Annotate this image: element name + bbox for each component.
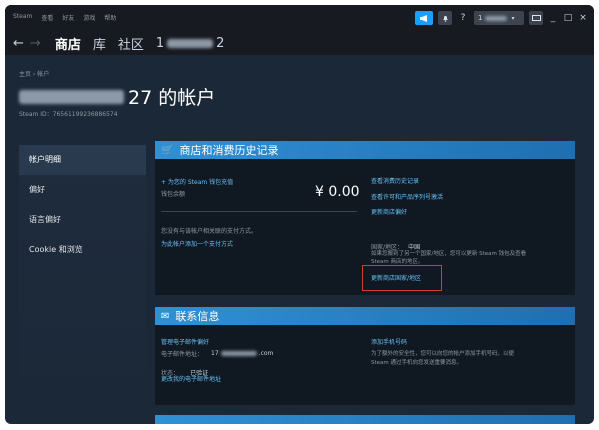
email-label: 电子邮件地址： bbox=[161, 351, 204, 358]
menu-view[interactable]: 查看 bbox=[41, 13, 53, 22]
maximize-button[interactable]: □ bbox=[563, 13, 573, 23]
country-note-line1: 如果您搬到了另一个国家/地区，您可以更新 Steam 钱包及查看 bbox=[371, 251, 527, 257]
username-text: 1 bbox=[478, 14, 483, 22]
contact-info-section: ✉ 联系信息 管理电子邮件偏好 电子邮件地址： 17 .com 状态： 已验证 … bbox=[155, 307, 575, 405]
country-note-line2: Steam 商店的地区。 bbox=[371, 259, 424, 265]
screen-icon bbox=[531, 15, 541, 21]
megaphone-icon bbox=[419, 14, 427, 22]
tab-profile[interactable]: 1 2 bbox=[156, 36, 225, 51]
email-row: 电子邮件地址： 17 .com bbox=[161, 349, 273, 358]
tab-community[interactable]: 社区 bbox=[118, 34, 144, 53]
store-preferences-link[interactable]: 更新商店偏好 bbox=[371, 207, 407, 216]
account-sidebar: 帐户明细 偏好 语言偏好 Cookie 和浏览 bbox=[19, 145, 146, 420]
back-arrow-icon[interactable]: ← bbox=[13, 36, 24, 51]
menu-steam[interactable]: Steam bbox=[13, 13, 32, 22]
navigation-bar: ← → 商店 库 社区 1 2 bbox=[5, 31, 594, 55]
email-suffix: .com bbox=[258, 350, 274, 357]
update-country-link[interactable]: 更新商店国家/地区 bbox=[371, 273, 421, 282]
wallet-balance-label: 钱包余额 bbox=[161, 191, 186, 198]
phone-note-line2: Steam 通过手机向您发送重要消息。 bbox=[371, 360, 463, 366]
next-section-peek bbox=[155, 415, 575, 424]
section-header-peek bbox=[155, 415, 575, 424]
section-header-contact: ✉ 联系信息 bbox=[155, 307, 575, 325]
help-button[interactable]: ? bbox=[457, 11, 469, 25]
wallet-balance-value: ¥ 0.00 bbox=[315, 184, 360, 200]
broadcast-button[interactable] bbox=[415, 11, 433, 25]
window-controls: ? 1 ▾ _ □ × bbox=[415, 11, 588, 25]
no-payment-text: 您没有与该帐户相关联的支付方式。 bbox=[161, 228, 258, 235]
page-title-text: 27 的帐户 bbox=[128, 87, 216, 109]
redacted-username bbox=[485, 15, 508, 21]
notifications-button[interactable] bbox=[438, 11, 452, 25]
add-funds-link[interactable]: + 为您的 Steam 钱包充值 bbox=[161, 177, 233, 186]
sidebar-item-preferences[interactable]: 偏好 bbox=[19, 175, 146, 205]
store-history-section: 🛒 商店和消费历史记录 + 为您的 Steam 钱包充值 钱包余额 ¥ 0.00… bbox=[155, 141, 575, 295]
sidebar-item-language[interactable]: 语言偏好 bbox=[19, 205, 146, 235]
section-header-store: 🛒 商店和消费历史记录 bbox=[155, 141, 575, 159]
section-title-store: 商店和消费历史记录 bbox=[179, 144, 279, 157]
menu-help[interactable]: 帮助 bbox=[104, 13, 116, 22]
manage-email-link[interactable]: 管理电子邮件偏好 bbox=[161, 337, 209, 346]
page-title: 27 的帐户 bbox=[19, 83, 215, 110]
tab-store[interactable]: 商店 bbox=[55, 34, 81, 53]
steam-id: Steam ID：76561199236886574 bbox=[19, 111, 118, 118]
breadcrumb[interactable]: 主页 › 帐户 bbox=[19, 69, 49, 78]
profile-prefix: 1 bbox=[155, 35, 165, 51]
menu-bar: Steam 查看 好友 游戏 帮助 bbox=[13, 13, 116, 22]
phone-note-line1: 为了额外的安全性，您可以向您的帐户添加手机号码，以便 bbox=[371, 351, 515, 357]
change-email-link[interactable]: 更改我的电子邮件地址 bbox=[161, 374, 221, 383]
redacted-profile-name bbox=[167, 38, 214, 48]
section-title-contact: 联系信息 bbox=[175, 310, 220, 323]
minimize-button[interactable]: _ bbox=[548, 13, 558, 23]
section-divider bbox=[161, 211, 357, 212]
menu-games[interactable]: 游戏 bbox=[83, 13, 95, 22]
tab-library[interactable]: 库 bbox=[93, 34, 106, 53]
forward-arrow-icon[interactable]: → bbox=[30, 36, 41, 51]
email-prefix: 17 bbox=[211, 350, 219, 357]
sidebar-item-cookies[interactable]: Cookie 和浏览 bbox=[19, 235, 146, 265]
account-menu-button[interactable]: 1 ▾ bbox=[474, 11, 524, 25]
licenses-link[interactable]: 查看许可和产品序列号激活 bbox=[371, 192, 443, 201]
add-payment-link[interactable]: 为此帐户添加一个支付方式 bbox=[161, 239, 233, 248]
profile-suffix: 2 bbox=[216, 35, 225, 51]
close-button[interactable]: × bbox=[578, 13, 588, 23]
big-picture-button[interactable] bbox=[529, 11, 543, 25]
purchase-history-link[interactable]: 查看消费历史记录 bbox=[371, 176, 419, 185]
menu-friends[interactable]: 好友 bbox=[62, 13, 74, 22]
sidebar-item-account-details[interactable]: 帐户明细 bbox=[19, 145, 146, 175]
steam-window: Steam 查看 好友 游戏 帮助 ? 1 ▾ _ □ × ← → 商店 库 社… bbox=[5, 5, 594, 424]
redacted-account-name bbox=[19, 89, 124, 104]
cart-icon: 🛒 bbox=[161, 144, 174, 156]
redacted-email bbox=[220, 351, 257, 356]
title-bar: Steam 查看 好友 游戏 帮助 ? 1 ▾ _ □ × bbox=[5, 5, 594, 31]
envelope-icon: ✉ bbox=[161, 310, 170, 322]
main-tabs: 商店 库 社区 1 2 bbox=[55, 34, 225, 53]
bell-icon bbox=[442, 15, 448, 22]
chevron-down-icon: ▾ bbox=[511, 14, 515, 22]
add-phone-link[interactable]: 添加手机号码 bbox=[371, 337, 407, 346]
